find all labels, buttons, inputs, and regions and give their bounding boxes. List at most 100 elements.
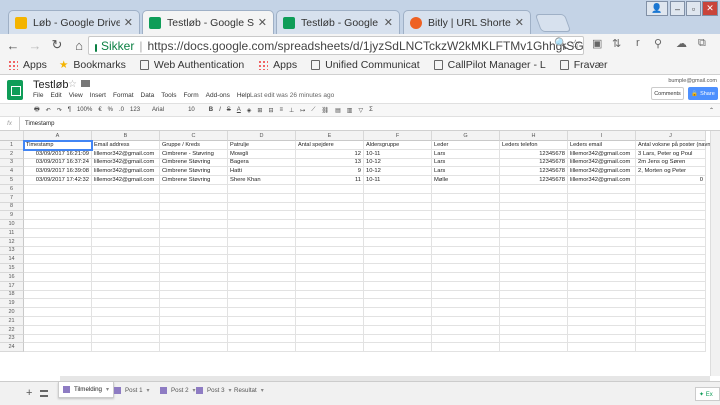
bold-icon[interactable]: B [209, 107, 213, 113]
cell[interactable]: Mowgli [228, 149, 296, 159]
cell[interactable] [92, 343, 160, 353]
cell[interactable] [432, 308, 500, 317]
cell[interactable] [500, 229, 568, 238]
cell[interactable] [568, 273, 636, 282]
cell[interactable] [364, 264, 432, 273]
cell[interactable] [432, 211, 500, 221]
more-formats-icon[interactable]: 123 [130, 107, 140, 113]
cell[interactable] [160, 299, 228, 309]
cell[interactable] [364, 325, 432, 335]
extension-icon[interactable]: ▣ [592, 37, 602, 50]
cell[interactable] [296, 185, 364, 194]
row-header[interactable]: 8 [0, 202, 24, 212]
close-icon[interactable]: ✕ [515, 16, 524, 29]
column-header[interactable]: F [364, 131, 432, 141]
cell[interactable] [296, 211, 364, 221]
cell[interactable]: Email address [92, 141, 160, 150]
row-header[interactable]: 14 [0, 255, 24, 265]
cell[interactable] [24, 343, 92, 353]
cell[interactable] [160, 317, 228, 326]
bookmark-apps-2[interactable]: Apps [258, 59, 297, 71]
chart-icon[interactable]: ▥ [347, 107, 353, 114]
cell[interactable] [160, 273, 228, 282]
cell[interactable]: 11 [296, 176, 364, 185]
cell[interactable] [500, 308, 568, 317]
cell[interactable] [296, 220, 364, 229]
cell[interactable] [24, 334, 92, 344]
cell[interactable] [24, 281, 92, 291]
cell[interactable] [568, 237, 636, 247]
all-sheets-icon[interactable] [40, 390, 48, 397]
cell[interactable] [160, 343, 228, 353]
cell[interactable] [92, 299, 160, 309]
cell[interactable] [296, 229, 364, 238]
cell[interactable] [296, 202, 364, 212]
borders-icon[interactable]: ⊞ [257, 107, 262, 114]
cell[interactable]: Leders telefon [500, 141, 568, 150]
cell[interactable] [24, 229, 92, 238]
cell[interactable]: Antal spejdere [296, 141, 364, 150]
cell[interactable] [364, 185, 432, 194]
cell[interactable]: 2m Jens og Søren [636, 158, 706, 168]
cell[interactable] [568, 290, 636, 300]
cell[interactable] [636, 343, 706, 353]
cell[interactable] [92, 229, 160, 238]
cell[interactable] [500, 290, 568, 300]
cell[interactable] [228, 220, 296, 229]
cell[interactable] [160, 185, 228, 194]
row-header[interactable]: 17 [0, 281, 24, 291]
cell[interactable] [636, 325, 706, 335]
cell[interactable] [432, 343, 500, 353]
cell[interactable] [92, 281, 160, 291]
fill-color-icon[interactable]: ◈ [247, 107, 252, 114]
cell[interactable] [432, 273, 500, 282]
cell[interactable] [296, 264, 364, 273]
row-header[interactable]: 16 [0, 273, 24, 282]
user-icon[interactable]: 👤 [646, 1, 668, 16]
user-email[interactable]: bumple@gmail.com [668, 78, 717, 84]
print-icon[interactable]: 🖶 [34, 105, 40, 115]
row-header[interactable]: 12 [0, 237, 24, 247]
cloud-icon[interactable]: ☁ [676, 37, 687, 50]
cell[interactable] [160, 264, 228, 273]
cell[interactable] [228, 185, 296, 194]
cell[interactable] [228, 211, 296, 221]
menu-item[interactable]: View [69, 92, 83, 99]
link-icon[interactable]: ⛓ [321, 107, 329, 114]
window-close-icon[interactable]: ✕ [702, 1, 718, 16]
cell[interactable]: Timestamp [23, 140, 93, 151]
cell[interactable] [432, 202, 500, 212]
chevron-down-icon[interactable]: ▾ [147, 387, 150, 394]
close-icon[interactable]: ✕ [124, 16, 133, 29]
menu-item[interactable]: Data [141, 92, 155, 99]
cell[interactable]: Lars [432, 167, 500, 177]
cell[interactable] [228, 255, 296, 265]
close-icon[interactable]: ✕ [258, 16, 267, 29]
cell[interactable] [92, 202, 160, 212]
cell[interactable] [92, 185, 160, 194]
cell[interactable]: 03/09/2017 16:21:09 [24, 149, 92, 159]
cell[interactable] [364, 220, 432, 229]
cell[interactable] [24, 273, 92, 282]
cell[interactable] [296, 246, 364, 256]
cell[interactable]: Cimbrene Støvring [160, 158, 228, 168]
cell[interactable] [500, 334, 568, 344]
cell[interactable] [500, 211, 568, 221]
cell[interactable] [24, 237, 92, 247]
cell[interactable] [24, 220, 92, 229]
cell[interactable] [24, 193, 92, 203]
cell[interactable] [228, 281, 296, 291]
row-header[interactable]: 11 [0, 229, 24, 238]
decimal-icon[interactable]: .0 [119, 107, 124, 113]
cell[interactable]: 2, Morten og Peter [636, 167, 706, 177]
cell[interactable]: lillemor342@gmail.com [568, 149, 636, 159]
cell[interactable] [636, 255, 706, 265]
row-header[interactable]: 20 [0, 308, 24, 317]
cell[interactable] [160, 308, 228, 317]
row-header[interactable]: 6 [0, 185, 24, 194]
menu-item[interactable]: Add-ons [206, 92, 230, 99]
maximize-icon[interactable]: ▫ [686, 1, 701, 16]
cell[interactable] [160, 229, 228, 238]
cell[interactable] [228, 237, 296, 247]
column-header[interactable]: E [296, 131, 364, 141]
